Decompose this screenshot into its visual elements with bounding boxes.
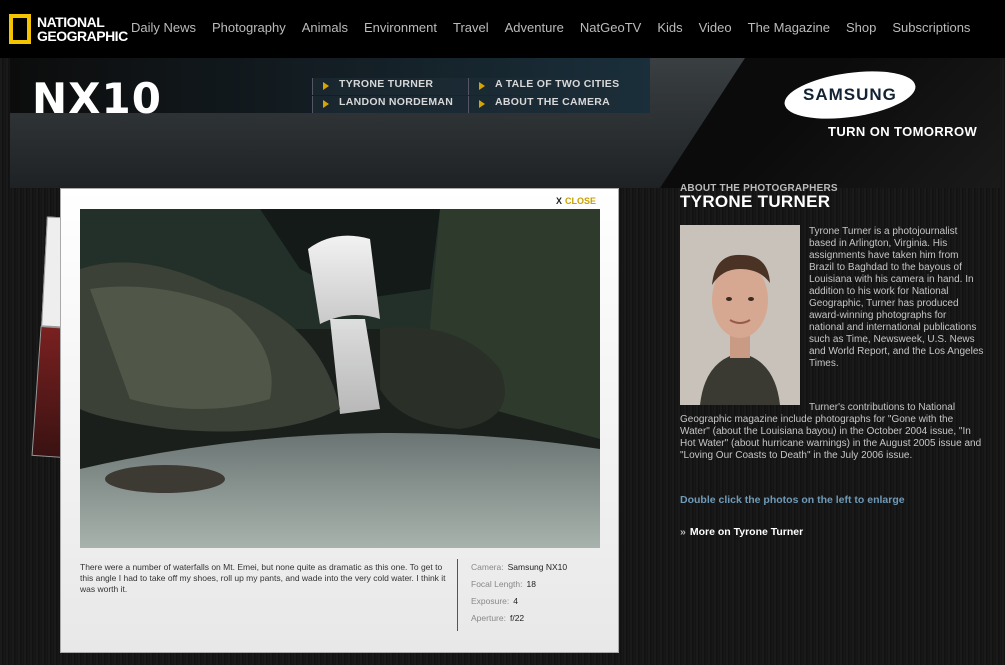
top-navigation-bar: NATIONAL GEOGRAPHIC Daily News Photograp… [0, 0, 1005, 58]
photographer-portrait [680, 225, 800, 405]
logo-line-2: GEOGRAPHIC [37, 28, 128, 44]
close-icon: X [555, 196, 562, 206]
photo-caption: There were a number of waterfalls on Mt.… [80, 562, 446, 594]
menu-tale-of-two-cities[interactable]: A TALE OF TWO CITIES [468, 78, 620, 95]
more-link-label: More on Tyrone Turner [689, 526, 804, 538]
logo-line-1: NATIONAL [37, 14, 105, 30]
waterfall-image [80, 209, 600, 548]
exif-label: Exposure: [471, 596, 510, 606]
menu-label: LANDON NORDEMAN [339, 96, 454, 108]
exif-value: 4 [513, 596, 519, 606]
arrow-right-icon [479, 82, 485, 90]
exif-value: 18 [526, 579, 536, 589]
nav-photography[interactable]: Photography [212, 20, 286, 35]
menu-label: ABOUT THE CAMERA [495, 96, 611, 108]
nx10-logo: NX10 [32, 74, 162, 123]
exif-value: f/22 [509, 613, 525, 623]
more-on-photographer-link[interactable]: » More on Tyrone Turner [680, 526, 803, 538]
about-photographer: ABOUT THE PHOTOGRAPHERS TYRONE TURNER Ty… [680, 183, 985, 538]
sponsor-name: SAMSUNG [803, 85, 897, 104]
feature-stage: NX10 TYRONE TURNER A TALE OF TWO CITIES … [0, 58, 1005, 665]
national-geographic-logo[interactable]: NATIONAL GEOGRAPHIC [9, 14, 128, 44]
nav-adventure[interactable]: Adventure [505, 20, 564, 35]
close-label: CLOSE [564, 196, 596, 206]
arrow-right-icon [479, 100, 485, 108]
feature-menu: TYRONE TURNER A TALE OF TWO CITIES LANDO… [312, 78, 620, 114]
exif-exposure: Exposure: 4 [471, 593, 567, 610]
portrait-image [680, 225, 800, 405]
nav-kids[interactable]: Kids [657, 20, 682, 35]
waterfall-photo[interactable] [80, 209, 600, 548]
nav-subscriptions[interactable]: Subscriptions [892, 20, 970, 35]
bio-paragraph-2: Turner's contributions to National Geogr… [680, 402, 982, 461]
sponsor-tagline: TURN ON TOMORROW [828, 124, 978, 139]
arrow-right-icon [323, 100, 329, 108]
yellow-border-icon [9, 14, 31, 44]
photographer-name: TYRONE TURNER [680, 192, 831, 211]
exif-focal-length: Focal Length: 18 [471, 576, 567, 593]
exif-value: Samsung NX10 [507, 562, 568, 572]
menu-tyrone-turner[interactable]: TYRONE TURNER [312, 78, 468, 95]
arrow-right-icon [323, 82, 329, 90]
nav-travel[interactable]: Travel [453, 20, 489, 35]
nav-the-magazine[interactable]: The Magazine [748, 20, 830, 35]
menu-about-the-camera[interactable]: ABOUT THE CAMERA [468, 96, 620, 113]
nav-environment[interactable]: Environment [364, 20, 437, 35]
exif-label: Focal Length: [471, 579, 523, 589]
close-button[interactable]: X CLOSE [556, 196, 596, 206]
site-nav-links: Daily News Photography Animals Environme… [131, 20, 986, 35]
menu-landon-nordeman[interactable]: LANDON NORDEMAN [312, 96, 468, 113]
enlarge-hint: Double click the photos on the left to e… [680, 494, 905, 506]
chevron-right-icon: » [680, 526, 686, 538]
nav-shop[interactable]: Shop [846, 20, 876, 35]
exif-camera: Camera: Samsung NX10 [471, 559, 567, 576]
exif-label: Aperture: [471, 613, 506, 623]
nav-natgeotv[interactable]: NatGeoTV [580, 20, 641, 35]
nav-video[interactable]: Video [699, 20, 732, 35]
photo-exif: Camera: Samsung NX10 Focal Length: 18 Expo… [457, 559, 567, 631]
menu-label: A TALE OF TWO CITIES [495, 78, 620, 90]
nav-animals[interactable]: Animals [302, 20, 348, 35]
exif-label: Camera: [471, 562, 504, 572]
bio-paragraph-1: Tyrone Turner is a photojournalist based… [809, 226, 984, 369]
exif-aperture: Aperture: f/22 [471, 610, 567, 627]
nav-daily-news[interactable]: Daily News [131, 20, 196, 35]
photo-viewer: X CLOSE There were a number of waterfall… [60, 188, 619, 653]
menu-label: TYRONE TURNER [339, 78, 434, 90]
